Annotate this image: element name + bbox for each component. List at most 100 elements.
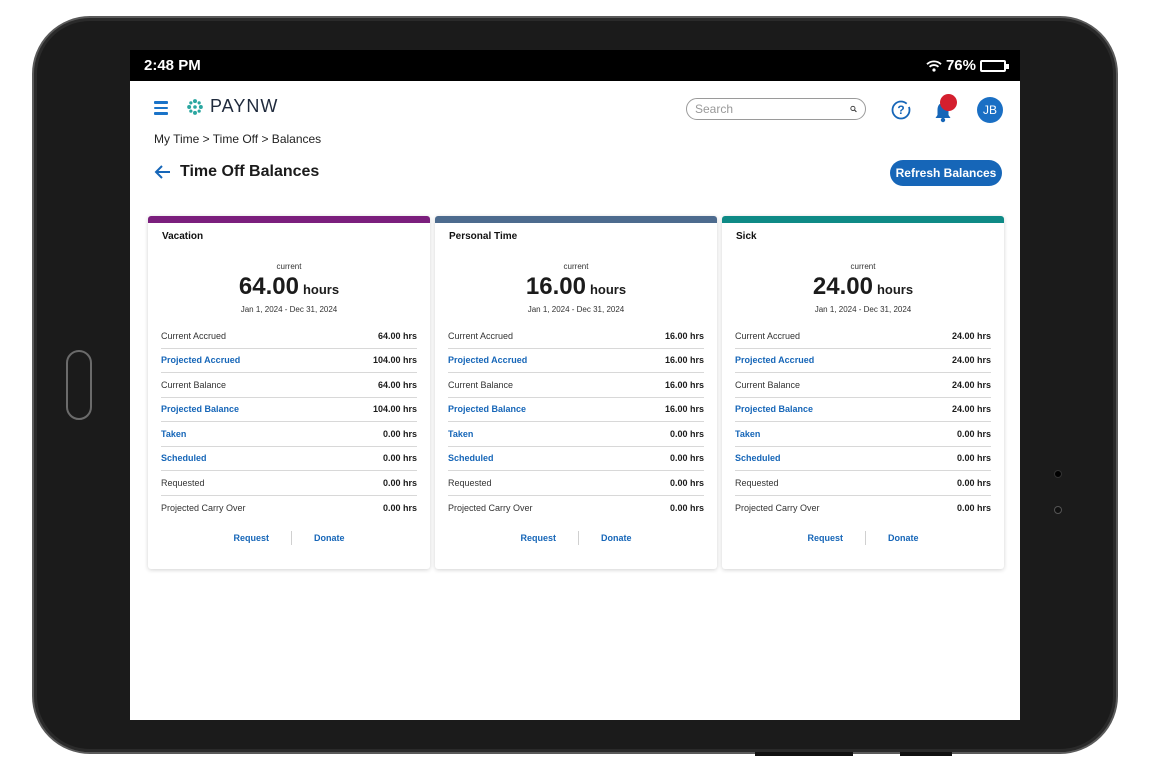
row-value: 0.00 hrs — [382, 502, 417, 513]
balance-row: Projected Balance 24.00 hrs — [735, 398, 991, 422]
row-value: 64.00 hrs — [377, 330, 417, 341]
row-value: 16.00 hrs — [664, 355, 704, 366]
battery-icon — [980, 59, 1009, 72]
date-range: Jan 1, 2024 - Dec 31, 2024 — [814, 305, 912, 314]
row-link[interactable]: Scheduled — [735, 453, 781, 463]
balance-row: Current Balance 24.00 hrs — [735, 373, 991, 398]
row-value: 0.00 hrs — [956, 428, 991, 439]
row-value: 24.00 hrs — [951, 355, 991, 366]
row-label: Current Balance — [735, 379, 801, 390]
row-link[interactable]: Projected Balance — [448, 404, 526, 414]
balance-row: Requested 0.00 hrs — [735, 471, 991, 496]
balance-rows: Current Accrued 64.00 hrs Projected Accru… — [161, 324, 417, 520]
app-header: PAYNW ? JB — [130, 81, 1020, 139]
balance-row: Current Balance 64.00 hrs — [161, 373, 417, 398]
back-arrow-icon[interactable] — [154, 165, 171, 179]
row-label: Current Accrued — [735, 330, 801, 341]
row-value: 0.00 hrs — [382, 428, 417, 439]
row-link[interactable]: Taken — [448, 429, 473, 439]
search-icon[interactable] — [850, 103, 857, 115]
hours-unit: hours — [302, 282, 340, 297]
status-time: 2:48 PM — [144, 57, 201, 74]
status-bar: 2:48 PM 76% — [130, 50, 1020, 81]
camera-icon — [1054, 470, 1062, 478]
status-right: 76% — [926, 57, 1009, 74]
balance-row: Scheduled 0.00 hrs — [161, 447, 417, 471]
current-label: current — [276, 262, 302, 271]
hours-value: 24.00 — [812, 273, 873, 300]
hours-unit: hours — [876, 282, 914, 297]
current-label: current — [563, 262, 589, 271]
balance-row: Current Accrued 64.00 hrs — [161, 324, 417, 349]
date-range: Jan 1, 2024 - Dec 31, 2024 — [240, 305, 338, 314]
row-value: 104.00 hrs — [372, 404, 417, 415]
card-title: Sick — [736, 231, 757, 242]
row-value: 16.00 hrs — [664, 379, 704, 390]
row-link[interactable]: Projected Accrued — [161, 355, 240, 365]
request-link[interactable]: Request — [211, 533, 291, 543]
row-value: 0.00 hrs — [382, 453, 417, 464]
row-link[interactable]: Taken — [735, 429, 760, 439]
balance-row: Current Accrued 24.00 hrs — [735, 324, 991, 349]
row-value: 16.00 hrs — [664, 330, 704, 341]
row-value: 64.00 hrs — [377, 379, 417, 390]
svg-text:?: ? — [897, 103, 904, 117]
home-button[interactable] — [66, 350, 92, 420]
balance-row: Projected Carry Over 0.00 hrs — [448, 496, 704, 521]
row-link[interactable]: Projected Balance — [161, 404, 239, 414]
hours-line: 64.00 hours — [148, 273, 430, 301]
balance-row: Scheduled 0.00 hrs — [448, 447, 704, 471]
hamburger-menu-icon[interactable] — [154, 101, 168, 115]
search-input[interactable] — [695, 102, 850, 116]
wifi-icon — [926, 59, 942, 72]
row-value: 0.00 hrs — [669, 477, 704, 488]
row-link[interactable]: Projected Accrued — [735, 355, 814, 365]
card-title: Vacation — [162, 231, 204, 242]
row-value: 0.00 hrs — [669, 428, 704, 439]
donate-link[interactable]: Donate — [292, 533, 367, 543]
card-actions: Request Donate — [148, 531, 430, 545]
row-value: 16.00 hrs — [664, 404, 704, 415]
balance-row: Current Accrued 16.00 hrs — [448, 324, 704, 349]
page-title: Time Off Balances — [180, 163, 320, 180]
row-link[interactable]: Scheduled — [161, 453, 207, 463]
volume-button — [755, 752, 853, 756]
request-link[interactable]: Request — [498, 533, 578, 543]
hours-unit: hours — [589, 282, 627, 297]
donate-link[interactable]: Donate — [579, 533, 654, 543]
row-label: Current Balance — [161, 379, 227, 390]
balance-row: Projected Balance 16.00 hrs — [448, 398, 704, 422]
battery-percent: 76% — [945, 57, 976, 74]
row-value: 0.00 hrs — [956, 502, 991, 513]
balance-row: Projected Accrued 104.00 hrs — [161, 349, 417, 373]
row-value: 0.00 hrs — [669, 453, 704, 464]
row-value: 24.00 hrs — [951, 379, 991, 390]
row-link[interactable]: Taken — [161, 429, 186, 439]
row-value: 0.00 hrs — [956, 477, 991, 488]
current-label: current — [850, 262, 876, 271]
card-accent-bar — [148, 216, 430, 223]
sensor-icon — [1054, 506, 1062, 514]
request-link[interactable]: Request — [785, 533, 865, 543]
balance-rows: Current Accrued 24.00 hrs Projected Accru… — [735, 324, 991, 520]
row-label: Projected Carry Over — [735, 502, 820, 513]
refresh-balances-button[interactable]: Refresh Balances — [890, 160, 1002, 186]
row-value: 24.00 hrs — [951, 404, 991, 415]
notification-badge — [940, 94, 957, 111]
row-link[interactable]: Scheduled — [448, 453, 494, 463]
help-icon[interactable]: ? — [890, 99, 912, 121]
search-box[interactable] — [686, 98, 866, 120]
card-title: Personal Time — [449, 231, 518, 242]
row-link[interactable]: Projected Accrued — [448, 355, 527, 365]
row-label: Projected Carry Over — [161, 502, 246, 513]
logo-text: PAYNW — [210, 96, 279, 116]
balance-card-vacation: Vacation current 64.00 hours Jan 1, 2024 … — [148, 216, 430, 569]
avatar[interactable]: JB — [977, 97, 1003, 123]
donate-link[interactable]: Donate — [866, 533, 941, 543]
page-header: Time Off Balances — [154, 163, 319, 181]
row-link[interactable]: Projected Balance — [735, 404, 813, 414]
balance-row: Projected Accrued 24.00 hrs — [735, 349, 991, 373]
balance-row: Current Balance 16.00 hrs — [448, 373, 704, 398]
balance-rows: Current Accrued 16.00 hrs Projected Accru… — [448, 324, 704, 520]
row-label: Requested — [735, 477, 779, 488]
